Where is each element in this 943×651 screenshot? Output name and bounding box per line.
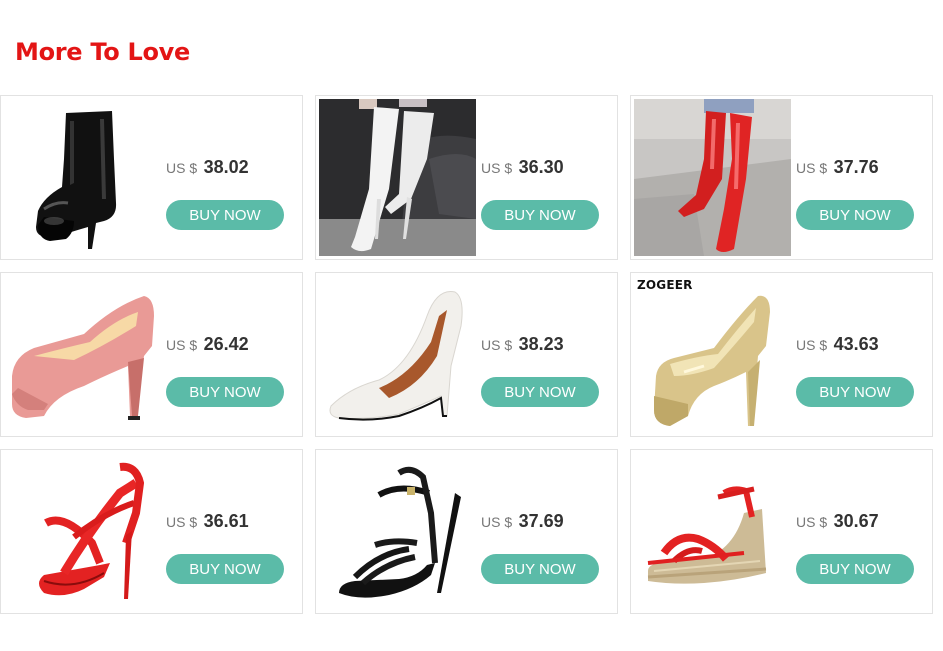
buy-now-button[interactable]: BUY NOW bbox=[796, 200, 914, 230]
price: US $ 38.23 bbox=[481, 334, 564, 355]
product-card[interactable]: US $ 26.42 BUY NOW bbox=[0, 272, 303, 437]
black-strappy-sandal-icon[interactable] bbox=[319, 453, 476, 610]
product-card[interactable]: US $ 30.67 BUY NOW bbox=[630, 449, 933, 614]
currency-label: US $ bbox=[166, 160, 198, 176]
product-grid: US $ 38.02 BUY NOW US $ 36.30 BUY NOW US… bbox=[0, 95, 943, 615]
buy-now-button[interactable]: BUY NOW bbox=[481, 377, 599, 407]
product-card[interactable]: US $ 37.76 BUY NOW bbox=[630, 95, 933, 260]
gold-platform-pump-icon[interactable]: ZOGEER bbox=[634, 276, 791, 433]
product-card[interactable]: US $ 36.61 BUY NOW bbox=[0, 449, 303, 614]
currency-label: US $ bbox=[481, 160, 513, 176]
price: US $ 36.61 bbox=[166, 511, 249, 532]
buy-now-button[interactable]: BUY NOW bbox=[166, 377, 284, 407]
price: US $ 38.02 bbox=[166, 157, 249, 178]
currency-label: US $ bbox=[481, 514, 513, 530]
currency-label: US $ bbox=[166, 337, 198, 353]
currency-label: US $ bbox=[166, 514, 198, 530]
buy-now-button[interactable]: BUY NOW bbox=[166, 200, 284, 230]
price-value: 43.63 bbox=[833, 334, 879, 354]
price: US $ 37.76 bbox=[796, 157, 879, 178]
buy-now-button[interactable]: BUY NOW bbox=[796, 377, 914, 407]
price-value: 37.76 bbox=[833, 157, 879, 177]
pink-platform-pump-icon[interactable] bbox=[4, 276, 161, 433]
currency-label: US $ bbox=[481, 337, 513, 353]
red-wedge-sandal-icon[interactable] bbox=[634, 453, 791, 610]
buy-now-button[interactable]: BUY NOW bbox=[481, 554, 599, 584]
product-card[interactable]: US $ 36.30 BUY NOW bbox=[315, 95, 618, 260]
price-value: 26.42 bbox=[203, 334, 249, 354]
price: US $ 37.69 bbox=[481, 511, 564, 532]
currency-label: US $ bbox=[796, 337, 828, 353]
price: US $ 30.67 bbox=[796, 511, 879, 532]
buy-now-button[interactable]: BUY NOW bbox=[796, 554, 914, 584]
currency-label: US $ bbox=[796, 514, 828, 530]
price-value: 38.23 bbox=[518, 334, 564, 354]
brand-label: ZOGEER bbox=[637, 278, 693, 292]
price-value: 37.69 bbox=[518, 511, 564, 531]
product-card[interactable]: US $ 38.23 BUY NOW bbox=[315, 272, 618, 437]
red-over-knee-boot-icon[interactable] bbox=[634, 99, 791, 256]
section-title: More To Love bbox=[15, 38, 190, 66]
price: US $ 26.42 bbox=[166, 334, 249, 355]
price-value: 36.30 bbox=[518, 157, 564, 177]
product-card[interactable]: ZOGEER US $ 43.63 BUY NOW bbox=[630, 272, 933, 437]
buy-now-button[interactable]: BUY NOW bbox=[481, 200, 599, 230]
currency-label: US $ bbox=[796, 160, 828, 176]
price-value: 30.67 bbox=[833, 511, 879, 531]
white-stiletto-pump-icon[interactable] bbox=[319, 276, 476, 433]
red-strappy-sandal-icon[interactable] bbox=[4, 453, 161, 610]
price: US $ 36.30 bbox=[481, 157, 564, 178]
black-platform-ankle-boot-icon[interactable] bbox=[4, 99, 161, 256]
price-value: 36.61 bbox=[203, 511, 249, 531]
price: US $ 43.63 bbox=[796, 334, 879, 355]
buy-now-button[interactable]: BUY NOW bbox=[166, 554, 284, 584]
white-over-knee-boot-icon[interactable] bbox=[319, 99, 476, 256]
product-card[interactable]: US $ 37.69 BUY NOW bbox=[315, 449, 618, 614]
price-value: 38.02 bbox=[203, 157, 249, 177]
product-card[interactable]: US $ 38.02 BUY NOW bbox=[0, 95, 303, 260]
